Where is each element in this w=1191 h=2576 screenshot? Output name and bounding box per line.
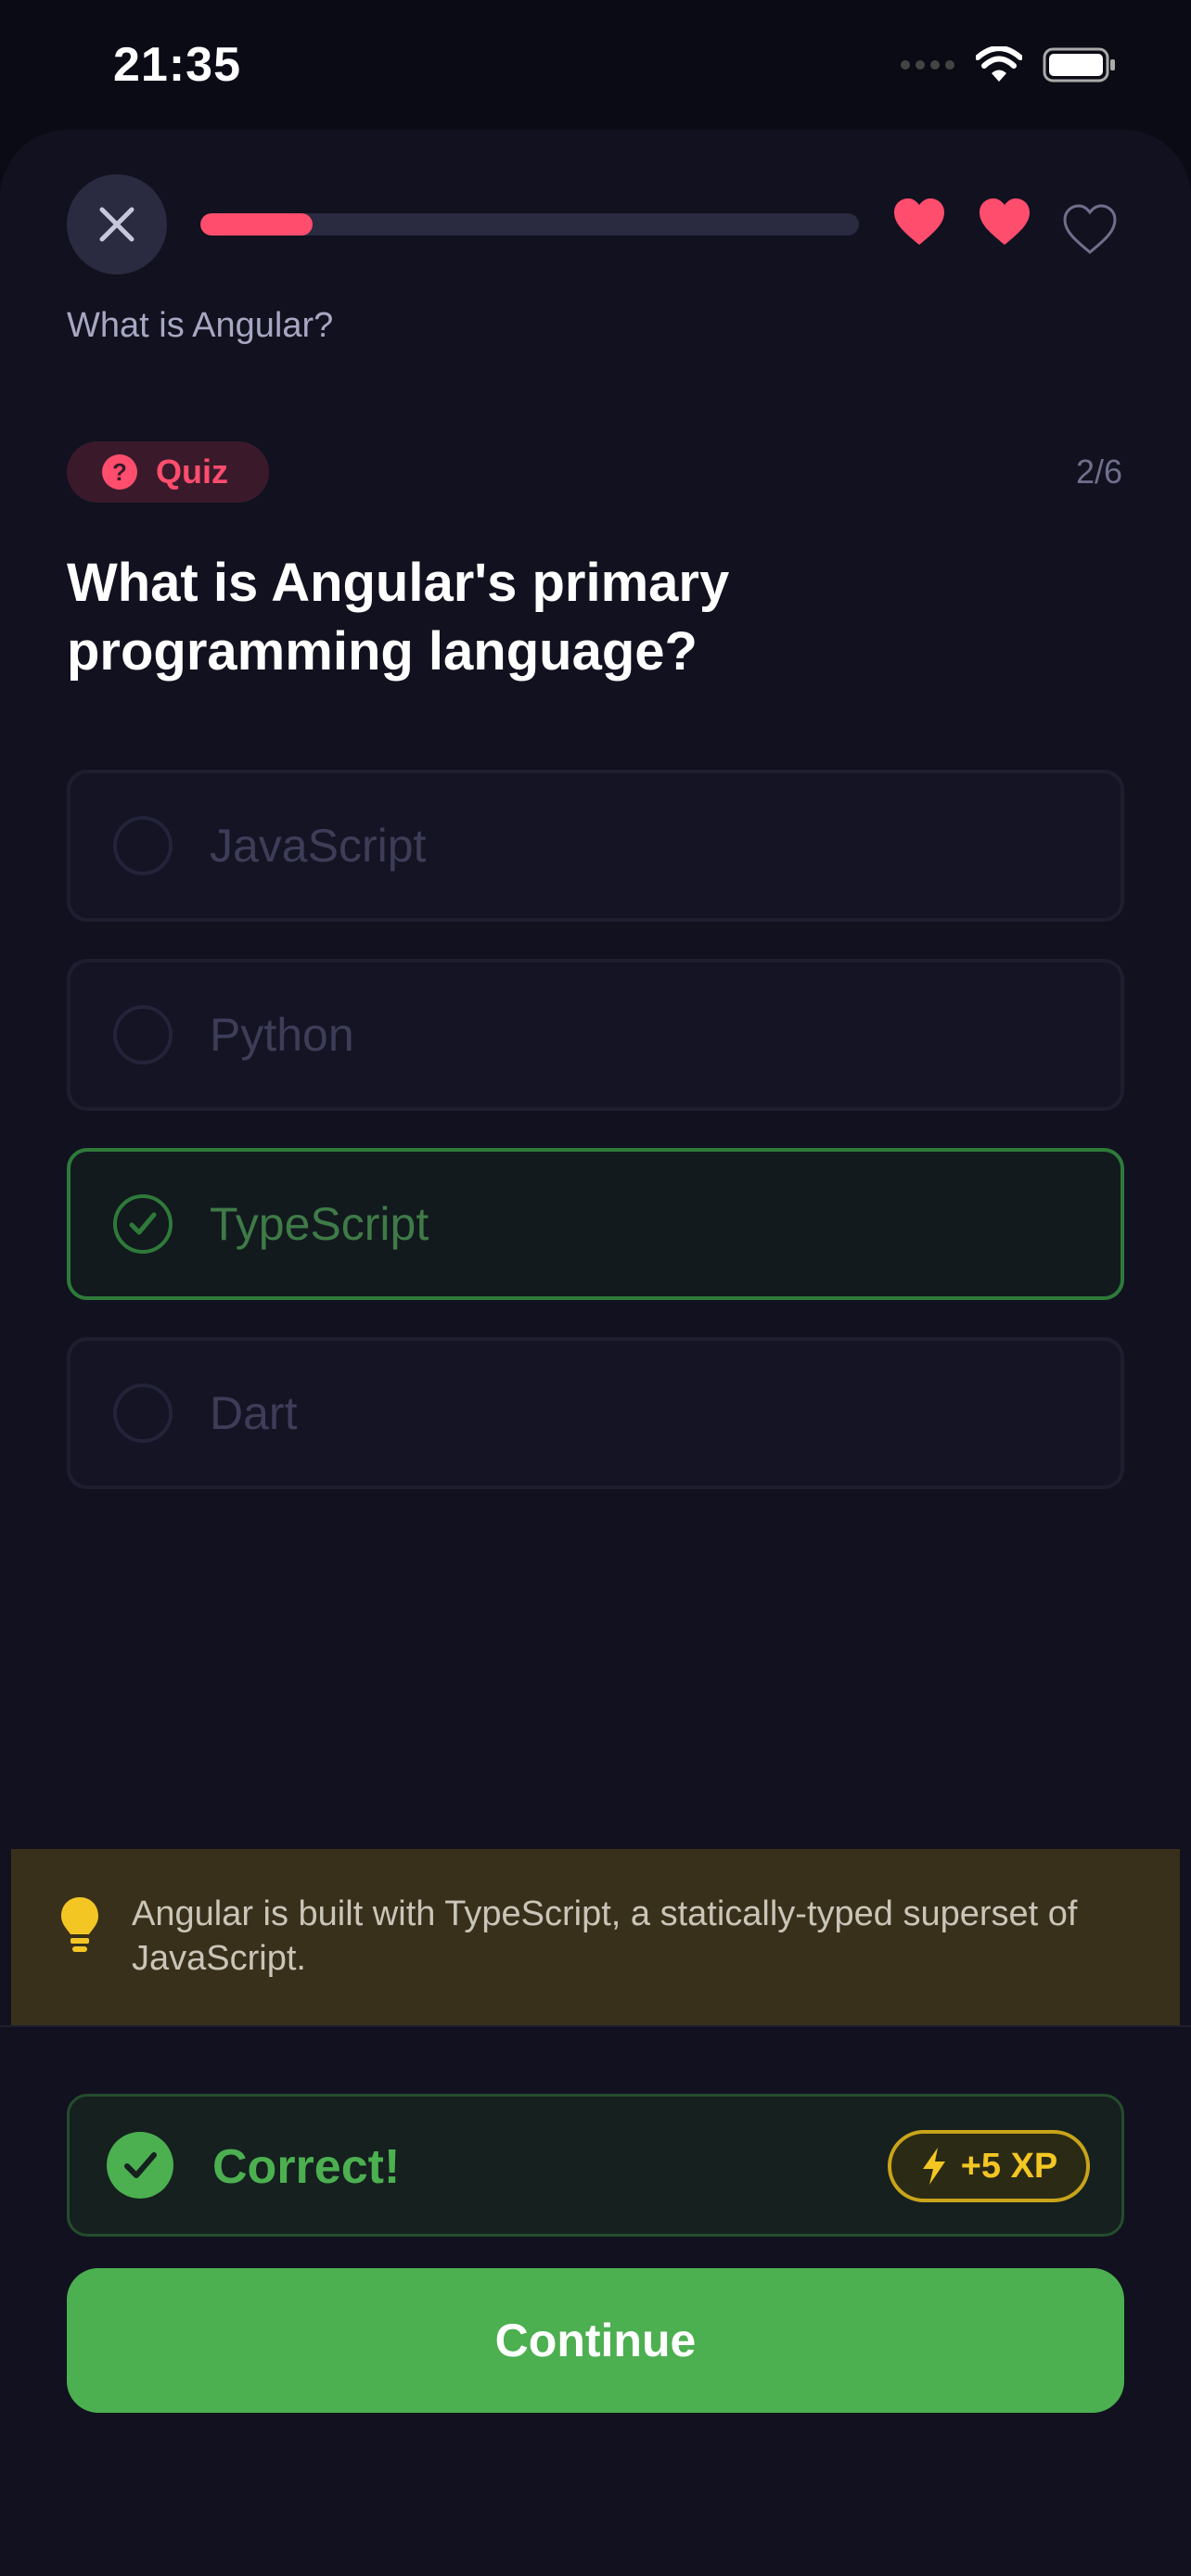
status-icons bbox=[900, 46, 1117, 83]
heart-filled-icon bbox=[894, 198, 944, 245]
answer-option[interactable]: JavaScript bbox=[67, 770, 1124, 922]
answer-option-label: Python bbox=[210, 1009, 354, 1061]
status-bar: 21:35 bbox=[0, 0, 1191, 130]
lesson-progress-bar bbox=[200, 213, 859, 236]
lightbulb-icon bbox=[61, 1897, 98, 1952]
answer-option-correct[interactable]: TypeScript bbox=[67, 1148, 1124, 1300]
radio-icon bbox=[113, 1005, 173, 1065]
lightning-icon bbox=[922, 2148, 945, 2185]
xp-badge: +5 XP bbox=[888, 2130, 1090, 2202]
question-mark-icon: ? bbox=[102, 454, 137, 490]
close-button[interactable] bbox=[67, 174, 167, 274]
hint-text: Angular is built with TypeScript, a stat… bbox=[132, 1894, 1078, 1978]
close-icon bbox=[99, 207, 134, 242]
radio-icon bbox=[113, 816, 173, 875]
answer-option[interactable]: Python bbox=[67, 959, 1124, 1111]
divider bbox=[0, 2025, 1191, 2027]
lesson-title: What is Angular? bbox=[67, 306, 334, 345]
check-circle-icon bbox=[113, 1194, 173, 1254]
answer-option-label: JavaScript bbox=[210, 820, 427, 872]
result-banner: Correct! +5 XP bbox=[67, 2094, 1124, 2237]
question-text: What is Angular's primary programming la… bbox=[67, 553, 730, 682]
cellular-signal-icon bbox=[901, 60, 954, 70]
step-counter: 2/6 bbox=[1075, 453, 1122, 491]
explanation-hint: Angular is built with TypeScript, a stat… bbox=[11, 1849, 1180, 2025]
answer-option[interactable]: Dart bbox=[67, 1337, 1124, 1489]
heart-filled-icon bbox=[980, 198, 1030, 245]
heart-outline-icon bbox=[1063, 204, 1117, 254]
lesson-progress-fill bbox=[200, 213, 313, 236]
lives-hearts bbox=[890, 195, 1119, 260]
radio-icon bbox=[113, 1384, 173, 1443]
xp-label: +5 XP bbox=[960, 2146, 1058, 2186]
continue-button[interactable]: Continue bbox=[67, 2268, 1124, 2413]
quiz-badge: ? Quiz bbox=[67, 441, 269, 503]
result-label: Correct! bbox=[212, 2140, 401, 2194]
answer-option-label: TypeScript bbox=[210, 1198, 429, 1250]
quiz-badge-label: Quiz bbox=[156, 453, 228, 491]
wifi-icon bbox=[976, 46, 1022, 82]
battery-icon bbox=[1043, 47, 1115, 83]
status-time: 21:35 bbox=[113, 38, 241, 92]
answer-option-label: Dart bbox=[210, 1387, 298, 1439]
check-circle-icon bbox=[107, 2132, 173, 2199]
